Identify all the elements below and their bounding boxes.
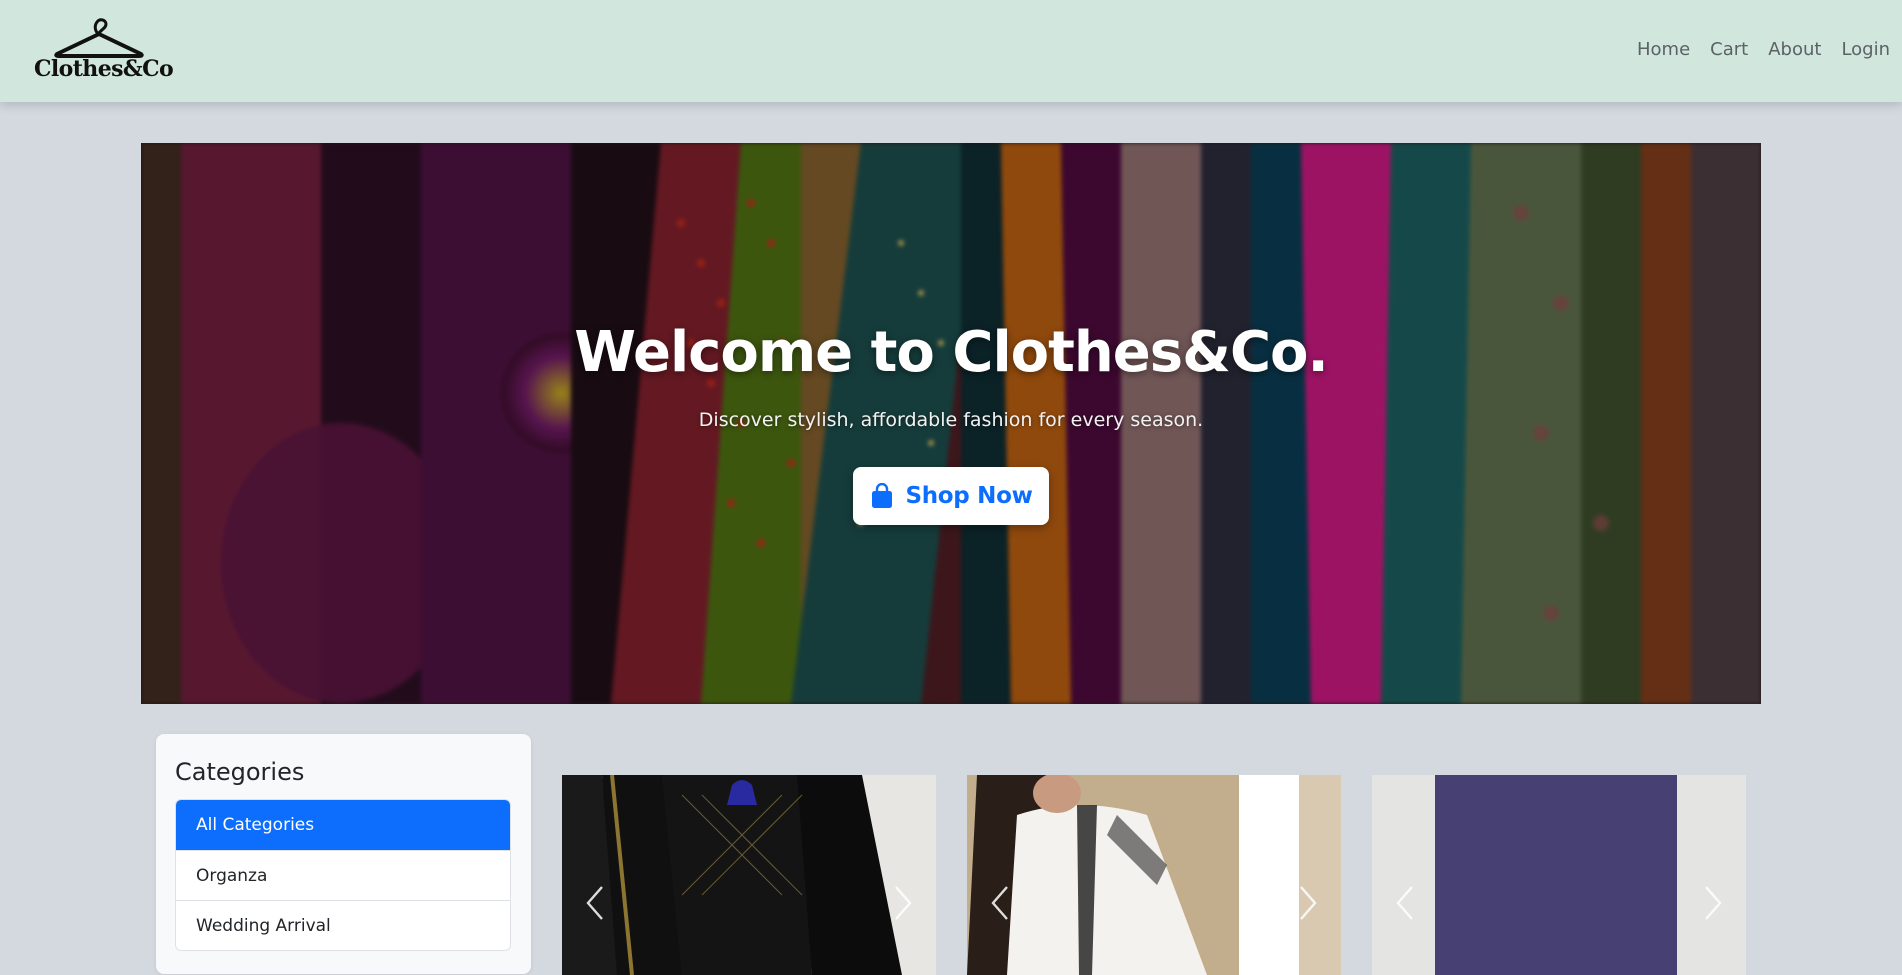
shopping-bag-icon <box>872 483 893 508</box>
chevron-left-icon[interactable] <box>580 883 610 923</box>
chevron-right-icon[interactable] <box>888 883 918 923</box>
navbar: Clothes&Co Home Cart About Login <box>0 0 1902 102</box>
chevron-left-icon[interactable] <box>1390 883 1420 923</box>
category-all[interactable]: All Categories <box>176 800 510 850</box>
nav-links: Home Cart About Login <box>1617 39 1890 60</box>
product-image-purple-fabric <box>1372 775 1746 975</box>
hero-title: Welcome to Clothes&Co. <box>574 320 1329 385</box>
product-card-2[interactable] <box>967 775 1341 975</box>
hero-subtitle: Discover stylish, affordable fashion for… <box>698 409 1204 431</box>
nav-cart-link[interactable]: Cart <box>1710 39 1748 60</box>
chevron-right-icon[interactable] <box>1698 883 1728 923</box>
category-organza[interactable]: Organza <box>176 850 510 900</box>
nav-about-link[interactable]: About <box>1768 39 1821 60</box>
hero-banner: Welcome to Clothes&Co. Discover stylish,… <box>141 143 1761 704</box>
chevron-left-icon[interactable] <box>985 883 1015 923</box>
product-image-white-kurta <box>967 775 1341 975</box>
product-card-3[interactable] <box>1372 775 1746 975</box>
categories-title: Categories <box>175 758 305 786</box>
brand-logo[interactable]: Clothes&Co <box>34 16 174 86</box>
hanger-icon <box>54 18 144 58</box>
product-image-black-suit <box>562 775 936 975</box>
chevron-right-icon[interactable] <box>1293 883 1323 923</box>
shop-now-label: Shop Now <box>905 483 1033 509</box>
categories-card: Categories All Categories Organza Weddin… <box>156 734 531 974</box>
nav-home-link[interactable]: Home <box>1637 39 1690 60</box>
product-card-1[interactable] <box>562 775 936 975</box>
category-wedding-arrival[interactable]: Wedding Arrival <box>176 900 510 950</box>
categories-list: All Categories Organza Wedding Arrival <box>175 799 511 951</box>
brand-name: Clothes&Co <box>34 56 174 82</box>
nav-login-link[interactable]: Login <box>1841 39 1890 60</box>
shop-now-button[interactable]: Shop Now <box>853 467 1049 525</box>
